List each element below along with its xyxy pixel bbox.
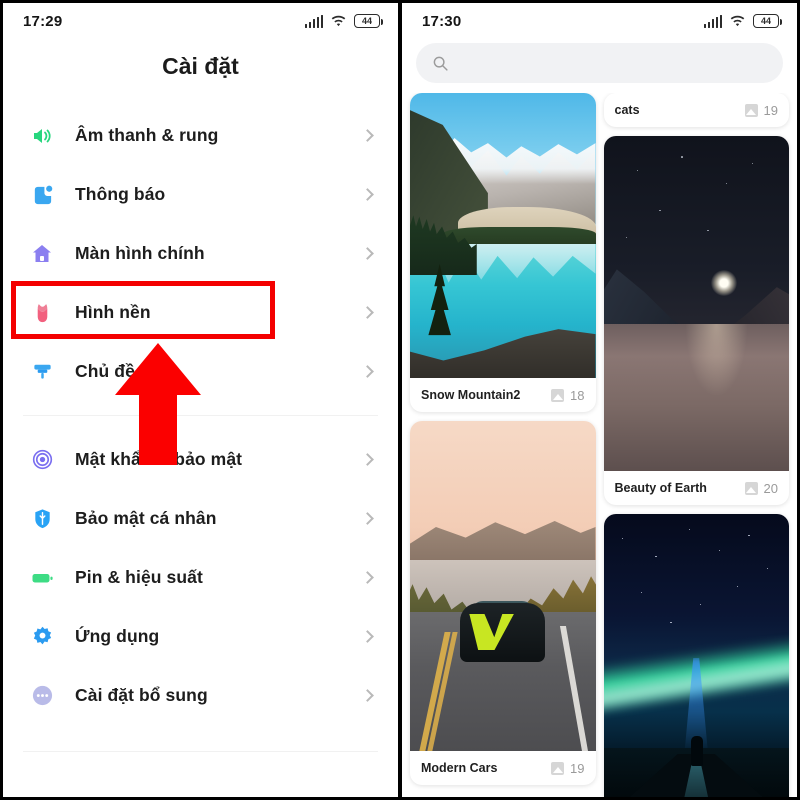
- wallpaper-card-meta: Snow Mountain2 18: [410, 378, 596, 412]
- snow-mountain-artwork: [410, 93, 596, 378]
- battery-level: 44: [760, 15, 771, 26]
- sidebar-item-battery[interactable]: Pin & hiệu suất: [3, 548, 398, 607]
- chevron-right-icon: [361, 129, 374, 142]
- wallpaper-gallery-screen: 17:30 44 Snow Mountain2 18 Modern Cars 1…: [400, 0, 800, 800]
- sidebar-item-label: Pin & hiệu suất: [75, 567, 203, 587]
- wallpaper-count: 18: [570, 387, 585, 403]
- battery-level: 44: [361, 15, 372, 26]
- sidebar-item-label: Màn hình chính: [75, 243, 205, 263]
- sidebar-item-label: Hình nền: [75, 302, 151, 322]
- status-clock: 17:30: [422, 12, 462, 30]
- beauty-of-earth-artwork: [603, 136, 789, 471]
- gallery-column-left: Snow Mountain2 18 Modern Cars 19: [410, 93, 596, 797]
- wallpaper-thumbnail[interactable]: [410, 421, 596, 751]
- sidebar-item-label: Ứng dụng: [75, 626, 160, 646]
- settings-screen: 17:29 44 Cài đặt Âm thanh & rung Thông b…: [0, 0, 400, 800]
- chevron-right-icon: [361, 571, 374, 584]
- wifi-icon: [729, 15, 746, 28]
- wallpaper-count: 19: [763, 102, 778, 118]
- chevron-right-icon: [361, 689, 374, 702]
- wallpaper-card-snow-mountain[interactable]: Snow Mountain2 18: [410, 93, 596, 412]
- sidebar-item-label: Cài đặt bổ sung: [75, 685, 208, 705]
- paintbrush-icon: [25, 355, 59, 389]
- up-arrow-annotation: [115, 343, 201, 465]
- wallpaper-name: Modern Cars: [421, 761, 498, 775]
- signal-bars-icon: [304, 15, 323, 28]
- wallpaper-name: cats: [614, 103, 640, 117]
- home-icon: [25, 237, 59, 271]
- modern-cars-artwork: [410, 421, 596, 751]
- chevron-right-icon: [361, 453, 374, 466]
- settings-bottom-divider: [23, 751, 378, 752]
- wallpaper-thumbnail[interactable]: [603, 136, 789, 471]
- sidebar-item-notifications[interactable]: Thông báo: [3, 165, 398, 224]
- battery-icon: [25, 561, 59, 595]
- battery-icon: 44: [354, 14, 383, 28]
- chevron-right-icon: [361, 188, 374, 201]
- sidebar-item-additional-settings[interactable]: Cài đặt bổ sung: [3, 666, 398, 725]
- wallpaper-grid: Snow Mountain2 18 Modern Cars 19 cats 19…: [402, 93, 797, 797]
- sidebar-item-apps[interactable]: Ứng dụng: [3, 607, 398, 666]
- page-title: Cài đặt: [162, 53, 239, 79]
- notification-icon: [25, 178, 59, 212]
- wallpaper-card-cats[interactable]: cats 19: [603, 93, 790, 127]
- search-icon: [432, 55, 449, 72]
- gallery-column-right: cats 19 Beauty of Earth 20: [603, 93, 790, 797]
- sidebar-item-wallpaper[interactable]: Hình nền: [3, 283, 398, 342]
- dual-screen-comparison: 17:29 44 Cài đặt Âm thanh & rung Thông b…: [0, 0, 800, 800]
- wallpaper-card-beauty-of-earth[interactable]: Beauty of Earth 20: [603, 136, 790, 505]
- chevron-right-icon: [361, 365, 374, 378]
- sidebar-item-label: Thông báo: [75, 184, 166, 204]
- image-count-icon: [744, 103, 758, 117]
- gear-icon: [25, 620, 59, 654]
- tulip-icon: [25, 296, 59, 330]
- fingerprint-icon: [25, 443, 59, 477]
- wallpaper-count: 19: [570, 760, 585, 776]
- wifi-icon: [330, 15, 347, 28]
- wallpaper-card-meta: cats 19: [604, 93, 790, 127]
- image-count-icon: [551, 761, 565, 775]
- chevron-right-icon: [361, 247, 374, 260]
- wallpaper-count: 20: [763, 480, 778, 496]
- signal-bars-icon: [703, 15, 722, 28]
- sidebar-item-sound[interactable]: Âm thanh & rung: [3, 106, 398, 165]
- sidebar-item-home-screen[interactable]: Màn hình chính: [3, 224, 398, 283]
- wallpaper-name: Snow Mountain2: [421, 388, 521, 402]
- status-indicators: 44: [703, 14, 782, 28]
- search-bar[interactable]: [416, 43, 783, 83]
- battery-icon: 44: [753, 14, 782, 28]
- wallpaper-name: Beauty of Earth: [614, 481, 707, 495]
- sidebar-item-label: Âm thanh & rung: [75, 125, 219, 145]
- sidebar-item-label: Bảo mật cá nhân: [75, 508, 217, 528]
- image-count-icon: [744, 481, 758, 495]
- wallpaper-card-modern-cars[interactable]: Modern Cars 19: [410, 421, 596, 785]
- chevron-right-icon: [361, 512, 374, 525]
- settings-list-group-2: Mật khẩu & bảo mật Bảo mật cá nhân Pin &…: [3, 430, 398, 725]
- image-count-icon: [551, 388, 565, 402]
- status-bar-right: 17:30 44: [402, 3, 797, 39]
- status-bar-left: 17:29 44: [3, 3, 398, 39]
- aurora-artwork: [603, 514, 789, 797]
- speaker-icon: [25, 119, 59, 153]
- sidebar-item-privacy[interactable]: Bảo mật cá nhân: [3, 489, 398, 548]
- chevron-right-icon: [361, 306, 374, 319]
- status-indicators: 44: [304, 14, 383, 28]
- more-dots-icon: [25, 679, 59, 713]
- wallpaper-thumbnail[interactable]: [410, 93, 596, 378]
- search-input[interactable]: [459, 55, 767, 71]
- wallpaper-card-aurora[interactable]: [603, 514, 789, 797]
- shield-icon: [25, 502, 59, 536]
- wallpaper-card-meta: Modern Cars 19: [410, 751, 596, 785]
- wallpaper-card-meta: Beauty of Earth 20: [604, 471, 790, 505]
- wallpaper-thumbnail[interactable]: [603, 514, 789, 797]
- chevron-right-icon: [361, 630, 374, 643]
- status-clock: 17:29: [23, 12, 63, 30]
